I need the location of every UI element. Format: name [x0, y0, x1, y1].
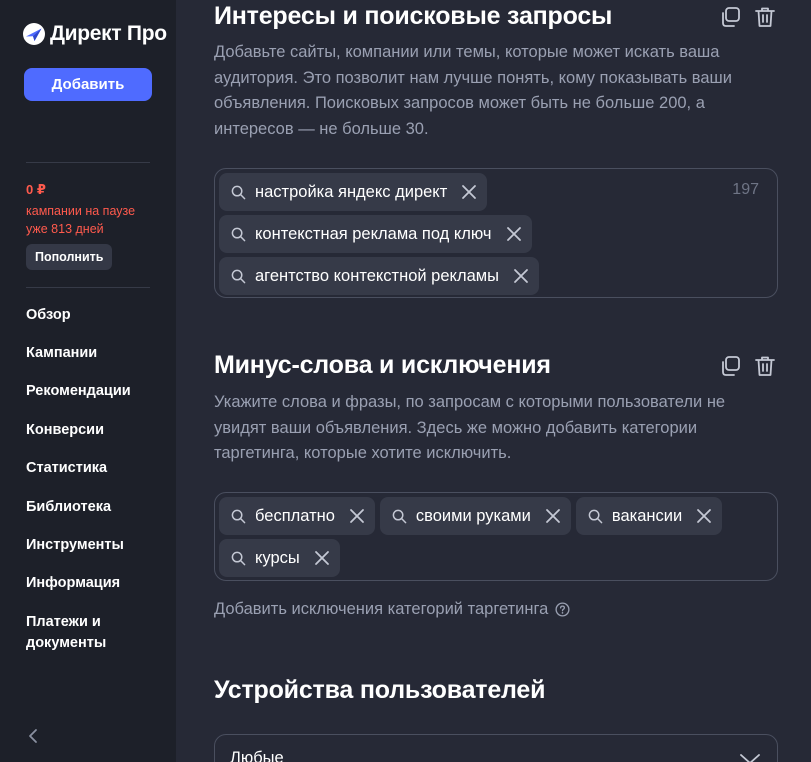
add-exclusions-label: Добавить исключения категорий таргетинга — [214, 600, 549, 618]
add-exclusions-link[interactable]: Добавить исключения категорий таргетинга — [214, 600, 570, 619]
minus-words-input[interactable]: бесплатно своими руками вакансии курсы — [214, 492, 778, 581]
chip-label: контекстная реклама под ключ — [255, 224, 492, 243]
chevron-left-icon[interactable] — [27, 726, 41, 746]
close-icon[interactable] — [513, 268, 529, 284]
add-button[interactable]: Добавить — [24, 68, 152, 101]
interests-input[interactable]: настройка яндекс директ контекстная рекл… — [214, 168, 778, 298]
sidebar: Директ Про Добавить 0 ₽ кампании на пауз… — [0, 0, 176, 762]
sidebar-item-campaigns[interactable]: Кампании — [26, 343, 97, 364]
close-icon[interactable] — [696, 508, 712, 524]
search-icon — [588, 509, 603, 523]
minus-words-title: Минус-слова и исключения — [214, 351, 551, 379]
trash-icon[interactable] — [753, 354, 777, 378]
minus-word-chip: бесплатно — [219, 497, 375, 535]
chevron-down-icon — [740, 754, 760, 762]
sidebar-item-information[interactable]: Информация — [26, 573, 120, 594]
close-icon[interactable] — [545, 508, 561, 524]
search-icon — [231, 509, 246, 523]
close-icon[interactable] — [314, 550, 330, 566]
paused-notice: кампании на паузе уже 813 дней — [26, 204, 136, 236]
chip-label: курсы — [255, 548, 300, 567]
chip-label: своими руками — [415, 506, 531, 525]
balance-amount: 0 ₽ — [26, 182, 46, 197]
sidebar-item-overview[interactable]: Обзор — [26, 305, 71, 326]
trash-icon[interactable] — [753, 5, 777, 29]
help-icon[interactable] — [555, 602, 570, 617]
sidebar-item-library[interactable]: Библиотека — [26, 497, 111, 518]
logo[interactable]: Директ Про — [22, 22, 167, 46]
minus-word-chip: курсы — [219, 539, 340, 577]
devices-title: Устройства пользователей — [214, 676, 546, 704]
sidebar-item-tools[interactable]: Инструменты — [26, 535, 124, 556]
main-content: Интересы и поисковые запросы Добавьте са… — [176, 0, 811, 762]
minus-word-chip: вакансии — [575, 497, 723, 535]
copy-icon[interactable] — [718, 5, 742, 29]
chip-label: вакансии — [611, 506, 683, 525]
chip-label: агентство контекстной рекламы — [255, 266, 499, 285]
search-icon — [231, 185, 246, 199]
logo-text: Директ Про — [50, 22, 167, 45]
query-chip: агентство контекстной рекламы — [219, 257, 539, 295]
devices-select[interactable]: Любые — [214, 734, 778, 762]
chip-label: настройка яндекс директ — [255, 182, 448, 201]
search-icon — [231, 227, 246, 241]
copy-icon[interactable] — [718, 354, 742, 378]
devices-selected-value: Любые — [230, 749, 284, 762]
minus-word-chip: своими руками — [379, 497, 571, 535]
minus-words-description: Укажите слова и фразы, по запросам с кот… — [214, 393, 726, 462]
close-icon[interactable] — [506, 226, 522, 242]
search-icon — [392, 509, 407, 523]
sidebar-item-payments[interactable]: Платежи и документы — [26, 612, 136, 654]
yandex-direct-logo-icon — [23, 23, 45, 45]
topup-button[interactable]: Пополнить — [26, 244, 113, 270]
query-chip: контекстная реклама под ключ — [219, 215, 532, 253]
sidebar-item-conversions[interactable]: Конверсии — [26, 420, 104, 441]
query-chip: настройка яндекс директ — [219, 173, 488, 211]
sidebar-divider — [26, 162, 150, 163]
chip-label: бесплатно — [255, 506, 335, 525]
remaining-counter: 197 — [732, 181, 759, 198]
search-icon — [231, 551, 246, 565]
close-icon[interactable] — [349, 508, 365, 524]
search-icon — [231, 269, 246, 283]
interests-description: Добавьте сайты, компании или темы, котор… — [214, 43, 733, 138]
sidebar-divider — [26, 287, 150, 288]
sidebar-item-recommendations[interactable]: Рекомендации — [26, 381, 131, 402]
sidebar-item-statistics[interactable]: Статистика — [26, 458, 107, 479]
interests-title: Интересы и поисковые запросы — [214, 2, 613, 30]
close-icon[interactable] — [461, 184, 477, 200]
